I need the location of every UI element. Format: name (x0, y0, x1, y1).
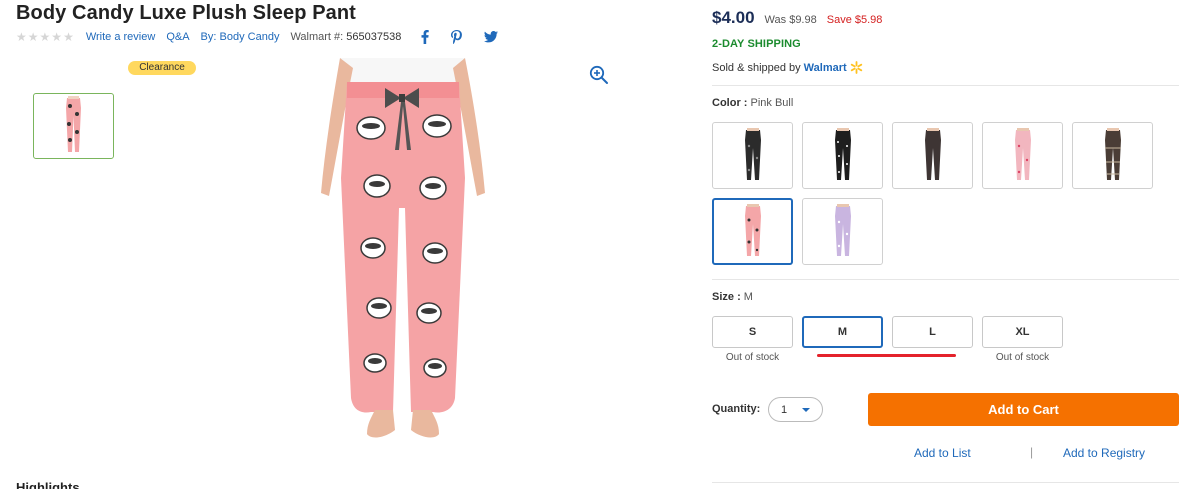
color-label-text: Color : (712, 97, 748, 109)
walmart-number: Walmart #: 565037538 (290, 31, 401, 43)
walmart-spark-icon (850, 61, 862, 74)
swatch-image (1014, 127, 1031, 180)
social-share (421, 30, 499, 44)
swatch-image (744, 127, 761, 180)
qa-link[interactable]: Q&A (166, 31, 189, 43)
star-icon: ★ (16, 30, 27, 44)
clearance-badge: Clearance (128, 61, 196, 75)
highlights-heading: Highlights (16, 480, 80, 489)
color-label: Color : Pink Bull (712, 97, 793, 109)
brand-name: Body Candy (219, 31, 280, 43)
color-swatch-black-dark[interactable] (712, 122, 793, 189)
link-separator: | (1030, 445, 1034, 459)
was-price: Was $9.98 (764, 14, 817, 26)
size-option-l[interactable]: L (892, 316, 973, 348)
size-selected: M (743, 291, 753, 303)
quantity-select[interactable]: 1 (768, 397, 823, 422)
pinterest-icon[interactable] (451, 30, 463, 44)
swatch-image (834, 203, 851, 256)
color-swatch-pink-bull[interactable] (712, 198, 793, 265)
swatch-image (924, 127, 941, 180)
color-swatch-charcoal[interactable] (892, 122, 973, 189)
product-thumbnail[interactable] (33, 93, 114, 159)
add-to-registry-link[interactable]: Add to Registry (1063, 446, 1145, 460)
out-of-stock-note: Out of stock (995, 352, 1050, 363)
color-swatch-black-plaid[interactable] (1072, 122, 1153, 189)
rating-stars[interactable]: ★ ★ ★ ★ ★ (16, 31, 74, 43)
zoom-in-icon[interactable] (589, 65, 609, 85)
divider (712, 85, 1179, 86)
price-row: $4.00 Was $9.98 Save $5.98 (712, 8, 882, 28)
product-main-image (321, 58, 485, 438)
current-price: $4.00 (712, 8, 755, 27)
size-label: Size : M (712, 291, 753, 303)
product-title: Body Candy Luxe Plush Sleep Pant (16, 2, 356, 24)
size-option-xl[interactable]: XL (982, 316, 1063, 348)
by-label: By: (200, 31, 217, 43)
swatch-image (1104, 127, 1121, 180)
savings: Save $5.98 (826, 14, 883, 26)
star-icon: ★ (39, 30, 51, 44)
sold-by: Sold & shipped by Walmart (712, 61, 863, 74)
walmart-number-value: 565037538 (346, 31, 402, 43)
brand-link[interactable]: By: Body Candy (201, 31, 280, 43)
divider (712, 279, 1179, 280)
out-of-stock-note: Out of stock (725, 352, 780, 363)
walmart-number-label: Walmart #: (290, 31, 344, 43)
facebook-icon[interactable] (421, 30, 430, 44)
seller-link[interactable]: Walmart (804, 62, 847, 74)
swatch-image (834, 127, 851, 180)
add-to-cart-button[interactable]: Add to Cart (868, 393, 1179, 426)
divider (712, 482, 1179, 483)
size-option-m[interactable]: M (802, 316, 883, 348)
product-meta-row: ★ ★ ★ ★ ★ Write a review Q&A By: Body Ca… (16, 29, 499, 45)
quantity-label: Quantity: (712, 403, 761, 415)
star-icon: ★ (27, 30, 39, 44)
color-swatch-lavender[interactable] (802, 198, 883, 265)
thumbnail-image (66, 96, 81, 152)
annotation-underline (817, 354, 956, 357)
shipping-label: 2-DAY SHIPPING (712, 38, 801, 50)
star-icon: ★ (63, 30, 74, 44)
add-to-list-link[interactable]: Add to List (914, 446, 971, 460)
sold-by-label: Sold & shipped by (712, 61, 801, 74)
swatch-image (744, 203, 761, 256)
write-review-link[interactable]: Write a review (86, 31, 155, 43)
twitter-icon[interactable] (484, 31, 499, 43)
quantity-value: 1 (781, 403, 788, 416)
chevron-down-icon (802, 408, 810, 412)
size-label-text: Size : (712, 291, 741, 303)
color-swatch-pink-print[interactable] (982, 122, 1063, 189)
color-swatch-black-white-dot[interactable] (802, 122, 883, 189)
color-selected: Pink Bull (750, 97, 794, 109)
size-option-s[interactable]: S (712, 316, 793, 348)
star-icon: ★ (51, 30, 63, 44)
